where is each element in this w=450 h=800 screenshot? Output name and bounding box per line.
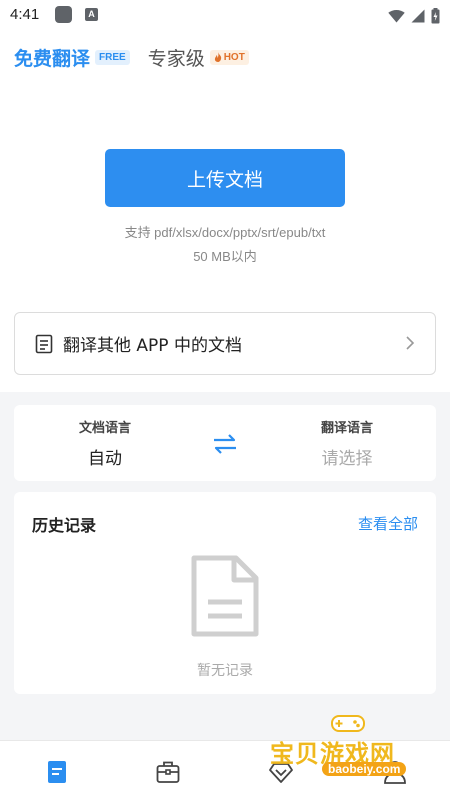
swap-languages-icon[interactable] bbox=[211, 433, 239, 455]
toolbox-icon[interactable] bbox=[155, 759, 181, 785]
document-list-icon bbox=[35, 334, 53, 353]
translate-other-app-button[interactable]: 翻译其他 APP 中的文档 bbox=[14, 312, 436, 375]
battery-icon bbox=[431, 8, 440, 24]
source-language-selector[interactable]: 文档语言 自动 bbox=[40, 417, 170, 469]
empty-document-icon bbox=[191, 555, 259, 637]
free-badge: FREE bbox=[95, 49, 130, 65]
empty-history-text: 暂无记录 bbox=[197, 663, 253, 679]
document-icon[interactable] bbox=[44, 759, 70, 785]
wifi-icon bbox=[388, 9, 405, 23]
diamond-icon[interactable] bbox=[268, 759, 294, 785]
tab-free-label: 免费翻译 bbox=[14, 47, 91, 70]
flame-icon bbox=[214, 52, 221, 62]
size-limit-text: 50 MB以内 bbox=[193, 249, 257, 264]
supported-formats-text: 支持 pdf/xlsx/docx/pptx/srt/epub/txt bbox=[124, 225, 326, 240]
view-all-history-link[interactable]: 查看全部 bbox=[358, 513, 418, 534]
history-title: 历史记录 bbox=[32, 516, 97, 535]
profile-icon[interactable] bbox=[382, 759, 408, 785]
chevron-right-icon bbox=[406, 336, 415, 350]
notification-letter-icon: A bbox=[85, 8, 98, 21]
source-language-value: 自动 bbox=[88, 449, 122, 469]
mode-tabs: 免费翻译 FREE 专家级 HOT bbox=[14, 44, 249, 70]
upload-document-button[interactable]: 上传文档 bbox=[105, 149, 345, 207]
notification-app-icon bbox=[55, 6, 72, 23]
target-language-title: 翻译语言 bbox=[320, 421, 373, 436]
bottom-navigation bbox=[0, 740, 450, 800]
source-language-title: 文档语言 bbox=[78, 421, 131, 436]
tab-free-translation[interactable]: 免费翻译 FREE bbox=[14, 44, 130, 71]
gamepad-icon bbox=[331, 715, 365, 732]
target-language-selector[interactable]: 翻译语言 请选择 bbox=[282, 417, 412, 469]
status-indicators bbox=[388, 7, 440, 25]
tab-expert-translation[interactable]: 专家级 HOT bbox=[148, 44, 249, 71]
status-bar: 4:41 A bbox=[0, 0, 450, 32]
history-card: 历史记录 查看全部 暂无记录 bbox=[14, 492, 436, 694]
upload-section: 免费翻译 FREE 专家级 HOT 上传文档 支持 pdf/xlsx/docx/… bbox=[0, 32, 450, 392]
tab-expert-label: 专家级 bbox=[147, 47, 205, 70]
language-selector: 文档语言 自动 翻译语言 请选择 bbox=[14, 405, 436, 481]
hot-badge-label: HOT bbox=[223, 51, 245, 63]
translate-other-app-label: 翻译其他 APP 中的文档 bbox=[63, 336, 242, 356]
target-language-value: 请选择 bbox=[321, 449, 373, 469]
hot-badge: HOT bbox=[209, 49, 249, 65]
signal-icon bbox=[411, 9, 425, 23]
status-time: 4:41 bbox=[10, 6, 40, 23]
